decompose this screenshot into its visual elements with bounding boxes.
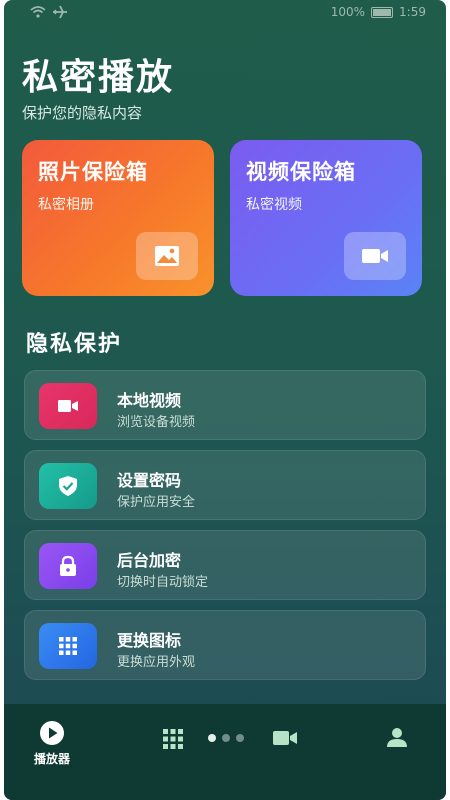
- page-subtitle: 保护您的隐私内容: [22, 104, 143, 122]
- video-camera-icon: [273, 731, 297, 745]
- nav-apps[interactable]: [162, 728, 184, 750]
- bottom-navigation: 播放器: [4, 704, 446, 800]
- change-icon-subtitle: 更换应用外观: [117, 655, 196, 670]
- change-icon-title: 更换图标: [117, 631, 182, 650]
- status-time: 1:59: [399, 5, 426, 19]
- battery-text: 100%: [330, 5, 366, 19]
- set-password-title: 设置密码: [117, 471, 182, 490]
- local-video-item[interactable]: 本地视频 浏览设备视频: [24, 370, 426, 440]
- page-indicator: [208, 734, 244, 742]
- status-right: 100% 1:59: [331, 5, 426, 19]
- grid-icon: [39, 623, 97, 669]
- wifi-icon: [30, 6, 46, 18]
- grid-icon: [163, 729, 183, 749]
- airplane-mode-icon: [53, 5, 67, 19]
- video-vault-card[interactable]: 视频保险箱 私密视频: [230, 140, 422, 296]
- video-vault-subtitle: 私密视频: [246, 197, 302, 213]
- nav-player[interactable]: 播放器: [34, 720, 70, 767]
- change-icon-item[interactable]: 更换图标 更换应用外观: [24, 610, 426, 680]
- nav-player-label: 播放器: [34, 752, 71, 766]
- lock-icon: [39, 543, 97, 589]
- photo-vault-subtitle: 私密相册: [38, 197, 94, 213]
- play-icon: [40, 721, 64, 745]
- status-bar: 100% 1:59: [4, 0, 446, 24]
- set-password-item[interactable]: 设置密码 保护应用安全: [24, 450, 426, 520]
- section-title: 隐私保护: [26, 332, 123, 357]
- nav-profile[interactable]: [386, 726, 408, 748]
- page-dot: [222, 734, 230, 742]
- page-dot-active: [208, 734, 216, 742]
- app-screen: 100% 1:59 私密播放 保护您的隐私内容 照片保险箱 私密相册 视频保险箱…: [4, 0, 446, 800]
- video-camera-icon: [344, 232, 406, 280]
- page-dot: [236, 734, 244, 742]
- image-icon: [136, 232, 198, 280]
- video-camera-icon: [39, 383, 97, 429]
- shield-check-icon: [39, 463, 97, 509]
- background-lock-title: 后台加密: [117, 551, 182, 570]
- local-video-title: 本地视频: [117, 391, 182, 410]
- local-video-subtitle: 浏览设备视频: [117, 415, 196, 430]
- background-lock-item[interactable]: 后台加密 切换时自动锁定: [24, 530, 426, 600]
- nav-video[interactable]: [272, 730, 298, 746]
- video-vault-title: 视频保险箱: [246, 160, 356, 184]
- battery-icon: [371, 6, 394, 18]
- background-lock-subtitle: 切换时自动锁定: [117, 575, 209, 590]
- status-left: [30, 5, 68, 19]
- set-password-subtitle: 保护应用安全: [117, 495, 196, 510]
- photo-vault-card[interactable]: 照片保险箱 私密相册: [22, 140, 214, 296]
- photo-vault-title: 照片保险箱: [38, 160, 148, 184]
- user-icon: [387, 728, 407, 747]
- page-title: 私密播放: [22, 57, 175, 98]
